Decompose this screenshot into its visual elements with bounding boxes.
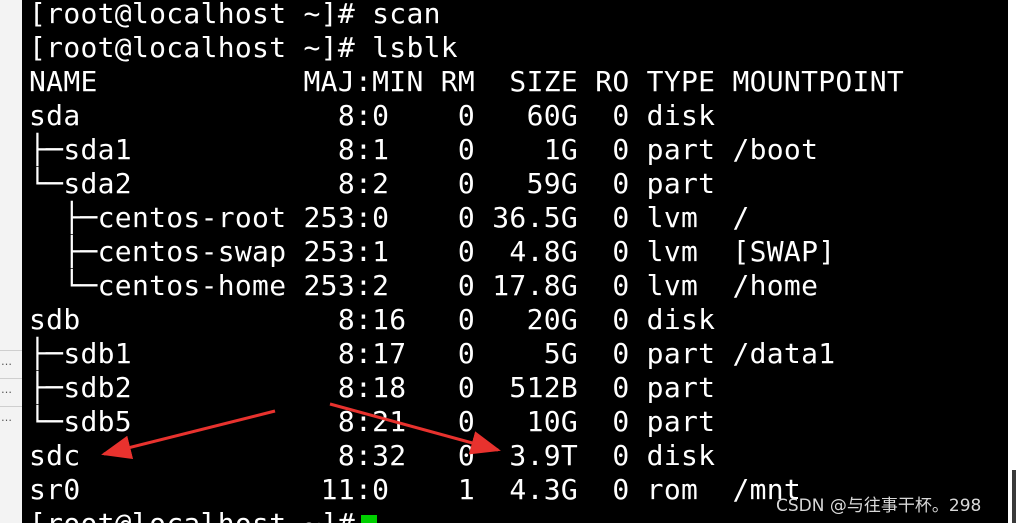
arrow-to-sdc-size [329,402,501,455]
watermark-text: CSDN @与往事干杯。298 [776,496,982,516]
annotation-arrows [101,402,501,460]
arrow-to-sdc-name [101,409,276,460]
